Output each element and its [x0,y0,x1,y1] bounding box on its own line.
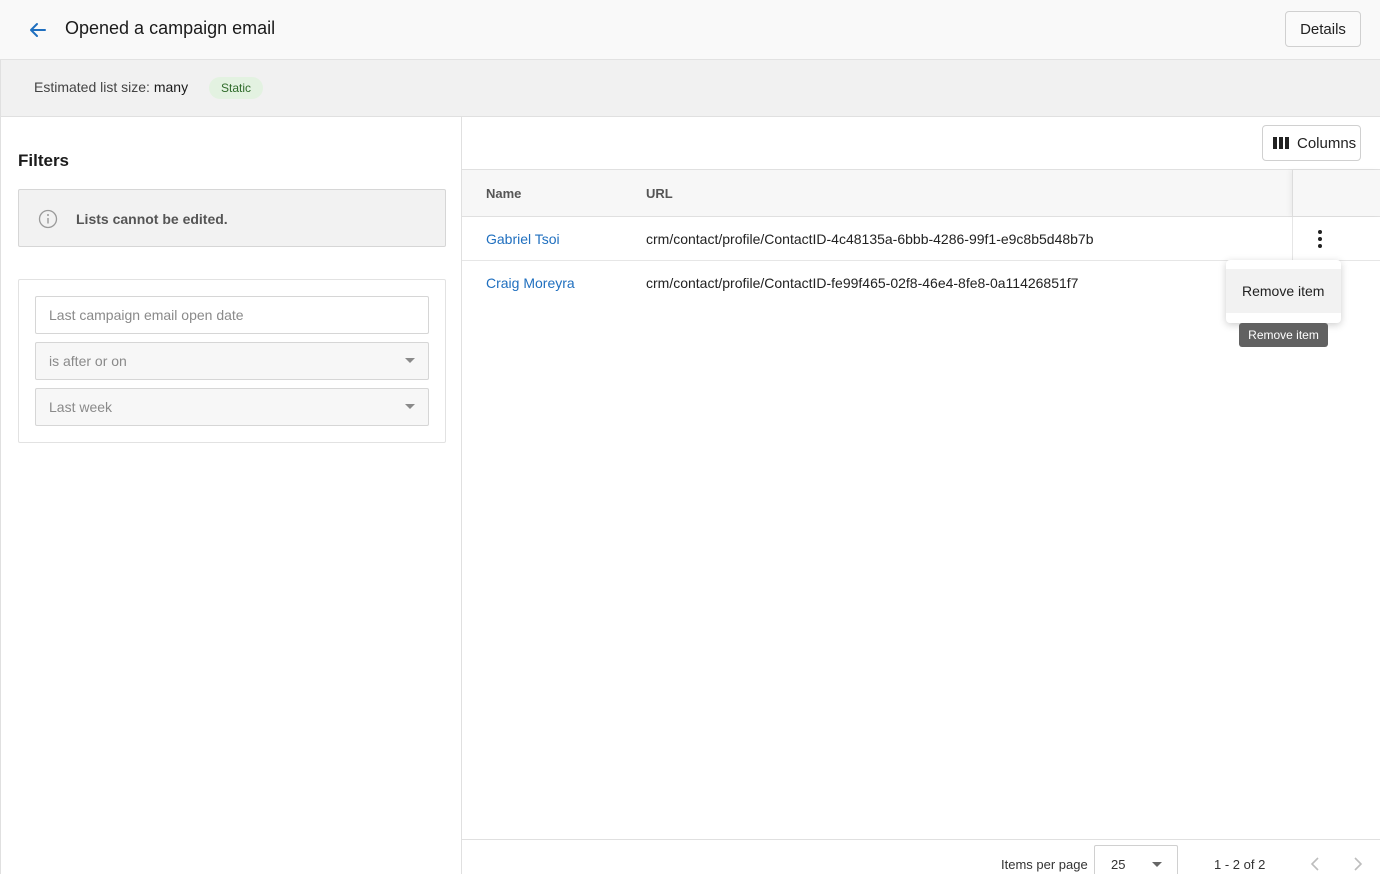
row-actions-cell [1292,217,1380,260]
row-action-menu: Remove item [1226,260,1341,323]
details-button[interactable]: Details [1285,11,1361,47]
filter-value-value: Last week [49,399,113,415]
items-per-page-select[interactable]: 25 [1094,845,1178,874]
list-table-panel: Columns Name URL Gabriel Tsoi crm/contac… [462,117,1380,874]
chevron-left-icon[interactable] [1306,854,1326,874]
filters-title: Filters [18,151,70,170]
filter-field-input[interactable]: Last campaign email open date [35,296,429,334]
top-bar: Opened a campaign email Details [0,0,1380,60]
items-per-page-label: Items per page [1001,857,1088,872]
columns-button[interactable]: Columns [1262,125,1361,161]
back-button[interactable] [22,14,54,46]
table-header: Name URL [462,169,1380,217]
read-only-notice: Lists cannot be edited. [18,189,446,247]
column-header-url[interactable]: URL [646,186,673,201]
list-info-bar: Estimated list size: many Static [0,60,1380,117]
column-header-actions [1292,170,1380,216]
chevron-right-icon[interactable] [1347,854,1367,874]
list-size-text: Estimated list size: many [34,79,188,95]
columns-icon [1273,137,1289,149]
columns-label: Columns [1297,134,1357,152]
list-size-label: Estimated list size: [34,79,150,95]
remove-item-menu-item[interactable]: Remove item [1226,269,1341,313]
more-vertical-icon[interactable] [1308,225,1332,253]
arrow-left-icon [30,23,46,37]
contact-name-link[interactable]: Craig Moreyra [486,275,575,291]
contact-url: crm/contact/profile/ContactID-4c48135a-6… [646,231,1094,247]
contact-url: crm/contact/profile/ContactID-fe99f465-0… [646,275,1079,291]
list-size-value: many [153,79,189,95]
filter-operator-value: is after or on [49,353,127,369]
info-icon [38,209,58,229]
page-title: Opened a campaign email [65,18,276,38]
chevron-down-icon [405,404,415,409]
filters-panel: Filters Lists cannot be edited. Last cam… [0,117,462,874]
remove-item-tooltip: Remove item [1239,323,1328,347]
chevron-down-icon [1152,862,1162,867]
table-row: Gabriel Tsoi crm/contact/profile/Contact… [462,217,1380,261]
filter-condition: Last campaign email open date is after o… [18,279,446,443]
notice-text: Lists cannot be edited. [76,211,228,227]
chevron-down-icon [405,358,415,363]
items-per-page-value: 25 [1111,857,1126,872]
pagination-bar: Items per page 25 1 - 2 of 2 [462,839,1380,874]
contact-name-link[interactable]: Gabriel Tsoi [486,231,560,247]
column-header-name[interactable]: Name [486,186,521,201]
filter-value-select[interactable]: Last week [35,388,429,426]
status-badge: Static [209,77,264,99]
filter-operator-select[interactable]: is after or on [35,342,429,380]
pagination-range: 1 - 2 of 2 [1214,857,1266,872]
